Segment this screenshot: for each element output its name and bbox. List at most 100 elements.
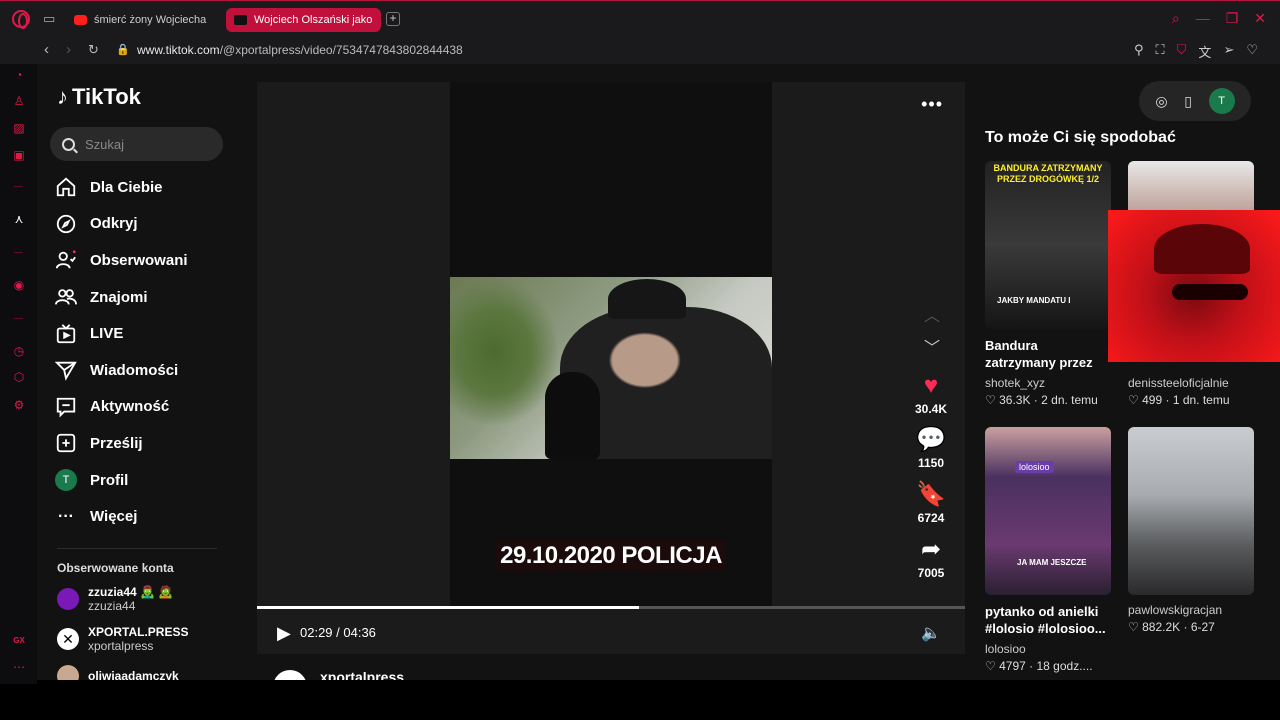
sidebar-more-icon[interactable]: ⋯ — [12, 660, 26, 674]
x-logo-avatar: ✕ — [57, 628, 79, 650]
send-flow-icon[interactable]: ➢ — [1223, 42, 1234, 61]
tab-2-active[interactable]: Wojciech Olszański jako J — [226, 8, 381, 32]
tiktok-logo[interactable]: ♪ TikTok — [57, 84, 141, 110]
compass-icon — [55, 213, 77, 235]
more-options-icon[interactable]: ••• — [921, 94, 943, 115]
snapshot-icon[interactable]: ⛶ — [1156, 42, 1165, 61]
rec-card[interactable]: pawlowskigracjan ♡ 882.2K · 6-27 — [1128, 427, 1254, 634]
menu-item-dla-ciebie[interactable]: Dla Ciebie — [55, 169, 188, 206]
author-avatar[interactable] — [273, 670, 307, 680]
next-video-icon[interactable]: ﹀ — [924, 334, 940, 358]
settings-gear-icon[interactable]: ⚙ — [12, 398, 26, 412]
menu-item-aktywnosc[interactable]: Aktywność — [55, 389, 188, 426]
video-player[interactable]: 29.10.2020 POLICJA ••• ︿ ﹀ ♥ 30.4K 💬 115… — [257, 82, 965, 654]
back-icon[interactable]: ‹ — [44, 41, 49, 58]
account-name: XPORTAL.PRESS — [88, 625, 189, 639]
previous-video-icon[interactable]: ︿ — [924, 302, 940, 326]
reload-icon[interactable]: ↻ — [88, 42, 99, 58]
rec-title: pytanko od anielki #lolosio #lolosioo... — [985, 604, 1106, 636]
upload-plus-icon — [55, 432, 77, 454]
player-icon[interactable]: ◉ — [12, 278, 26, 292]
rec-thumbnail[interactable] — [1128, 427, 1254, 595]
pin-icon[interactable]: ⚲ — [1134, 42, 1144, 61]
following-account[interactable]: oliwiaadamczyk — [57, 665, 179, 680]
history-icon[interactable]: ◷ — [12, 344, 26, 358]
menu-item-przeslij[interactable]: Prześlij — [55, 425, 188, 462]
rec-user[interactable]: pawlowskigracjan — [1128, 603, 1254, 617]
account-name: zzuzia44 🧟‍♂️ 🧟 — [88, 585, 174, 599]
menu-divider — [57, 548, 217, 549]
heart-icon: ♥ — [923, 372, 939, 399]
rec-thumbnail[interactable]: lolosioo JA MAM JESZCZE — [985, 427, 1111, 595]
video-frame[interactable] — [450, 277, 772, 459]
messenger-icon[interactable]: ▣ — [12, 148, 26, 162]
coin-icon[interactable]: ◎ — [1155, 93, 1167, 110]
rec-user[interactable]: shotek_xyz — [985, 376, 1111, 390]
translate-icon[interactable]: 文 — [1198, 42, 1211, 61]
tiktok-logo-text: TikTok — [72, 84, 141, 109]
menu-item-wiecej[interactable]: ··· Więcej — [55, 498, 188, 535]
close-icon[interactable]: ✕ — [1254, 10, 1266, 27]
menu-label: Obserwowani — [90, 251, 188, 269]
address-bar-actions: ⚲ ⛶ ⛉ 文 ➢ ♡ — [1134, 42, 1258, 61]
search-icon — [62, 137, 75, 151]
friends-icon — [55, 286, 77, 308]
aria-icon[interactable]: ♙ — [12, 94, 26, 108]
search-tabs-icon[interactable]: ⌕ — [1172, 10, 1180, 27]
menu-label: Więcej — [90, 508, 138, 526]
comment-action[interactable]: 💬 1150 — [909, 426, 953, 470]
minimize-icon[interactable]: — — [1196, 10, 1210, 27]
opera-logo[interactable] — [12, 10, 30, 29]
maximize-icon[interactable]: ❐ — [1226, 10, 1239, 27]
speed-dial-icon[interactable]: ◔ — [12, 68, 26, 82]
tiktok-sidebar-icon[interactable]: ⋏ — [12, 212, 26, 226]
thumb-subtext: JA MAM JESZCZE — [1017, 558, 1087, 567]
rec-card[interactable]: lolosioo JA MAM JESZCZE pytanko od aniel… — [985, 427, 1111, 673]
home-icon — [55, 176, 77, 198]
rec-thumbnail[interactable]: BANDURA ZATRZYMANY PRZEZ DROGÓWKĘ 1/2 JA… — [985, 161, 1111, 329]
rec-user[interactable]: lolosioo — [985, 642, 1111, 656]
save-count: 6724 — [917, 511, 945, 525]
rec-meta: ♡ 36.3K · 2 dn. temu — [985, 393, 1098, 407]
rec-card[interactable]: BANDURA ZATRZYMANY PRZEZ DROGÓWKĘ 1/2 JA… — [985, 161, 1111, 407]
extensions-icon[interactable]: ⬡ — [12, 370, 26, 384]
share-count: 7005 — [917, 566, 945, 580]
like-action[interactable]: ♥ 30.4K — [909, 372, 953, 416]
rec-meta: ♡ 882.2K · 6-27 — [1128, 620, 1215, 634]
user-avatar[interactable]: T — [1208, 88, 1235, 114]
tab-islands-icon[interactable]: ▭ — [43, 11, 55, 27]
send-icon — [55, 359, 77, 381]
menu-item-obserwowani[interactable]: Obserwowani — [55, 242, 188, 279]
rec-likes: 499 — [1142, 393, 1163, 407]
menu-item-profil[interactable]: T Profil — [55, 462, 188, 499]
play-icon[interactable]: ▶ — [277, 623, 291, 644]
tab-1[interactable]: śmierć żony Wojciecha Ol — [66, 8, 216, 32]
new-tab-button[interactable]: + — [386, 12, 400, 26]
author-name[interactable]: xportalpress — [320, 669, 404, 680]
menu-item-wiadomosci[interactable]: Wiadomości — [55, 352, 188, 389]
menu-item-live[interactable]: LIVE — [55, 315, 188, 352]
search-input[interactable] — [85, 136, 205, 152]
rec-meta: ♡ 499 · 1 dn. temu — [1128, 393, 1230, 407]
share-action[interactable]: ➦ 7005 — [909, 536, 953, 580]
url-field[interactable]: www.tiktok.com/@xportalpress/video/75347… — [137, 43, 463, 57]
volume-icon[interactable]: 🔈 — [921, 623, 941, 643]
gx-icon[interactable]: GX — [12, 634, 26, 648]
lock-icon: 🔒 — [116, 44, 130, 56]
crypto-wallet-icon[interactable]: ▨ — [12, 121, 26, 135]
menu-item-odkryj[interactable]: Odkryj — [55, 206, 188, 243]
following-account[interactable]: ✕ XPORTAL.PRESS xportalpress — [57, 625, 188, 653]
save-action[interactable]: 🔖 6724 — [909, 481, 953, 525]
following-account[interactable]: zzuzia44 🧟‍♂️ 🧟 zzuzia44 — [57, 585, 173, 613]
rec-user[interactable]: denissteeloficjalnie — [1128, 376, 1254, 390]
search-box[interactable] — [50, 127, 223, 161]
rec-age: 6-27 — [1190, 620, 1215, 634]
rec-age: 1 dn. temu — [1172, 393, 1230, 407]
vpn-shield-icon[interactable]: ⛉ — [1177, 42, 1187, 61]
bookmark-heart-icon[interactable]: ♡ — [1246, 42, 1258, 61]
menu-item-znajomi[interactable]: Znajomi — [55, 279, 188, 316]
progress-bar[interactable] — [257, 606, 965, 609]
device-icon[interactable]: ▯ — [1184, 93, 1192, 110]
forward-icon[interactable]: › — [66, 41, 71, 58]
progress-fill — [257, 606, 640, 609]
